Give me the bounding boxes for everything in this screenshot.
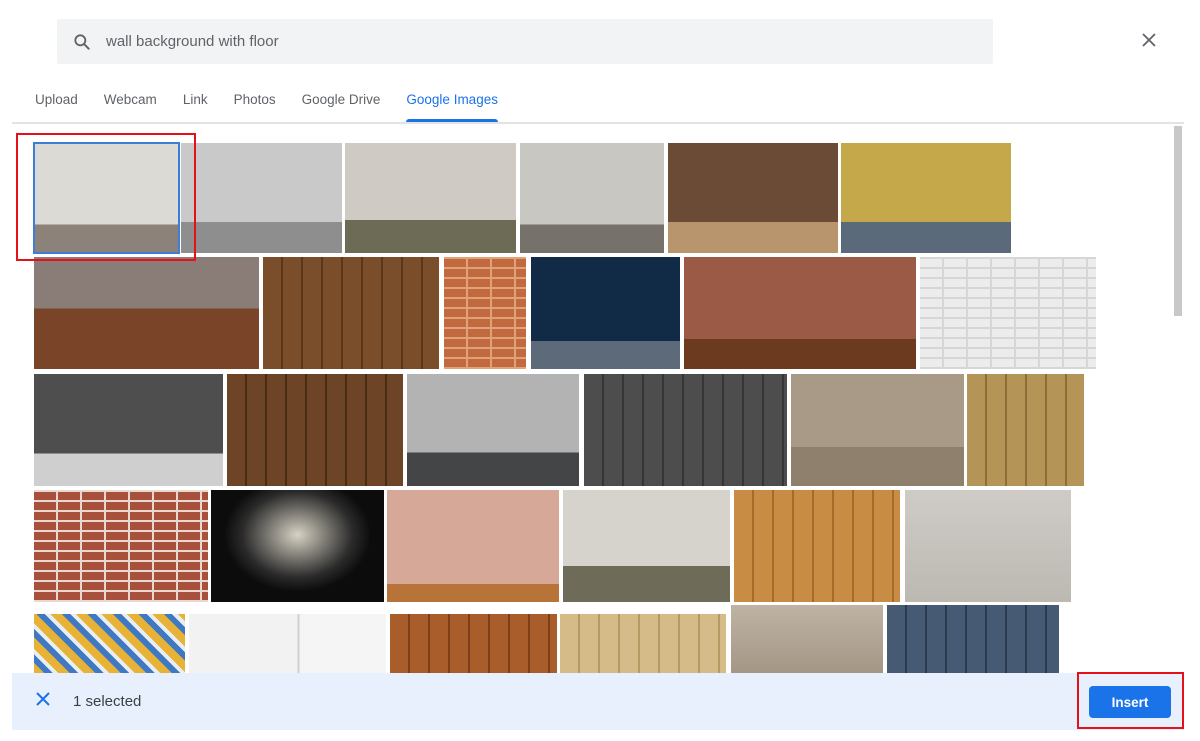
image-result-blue-wood-planks[interactable] [887,605,1059,674]
insert-button[interactable]: Insert [1089,686,1171,718]
image-result-gray-wood-wall-dark-floor[interactable] [407,374,579,486]
close-icon [36,692,50,711]
image-results-grid [0,124,1170,674]
image-result-white-brick-wall-plant-wood-floor[interactable] [33,142,180,254]
close-dialog-button[interactable] [1137,30,1161,54]
search-box[interactable] [57,19,993,64]
tab-photos[interactable]: Photos [221,84,289,122]
image-result-navy-wall-concrete-floor[interactable] [531,257,680,369]
tab-webcam[interactable]: Webcam [91,84,170,122]
tab-link[interactable]: Link [170,84,221,122]
image-result-gray-brick-wall-wood-floor[interactable] [520,143,664,253]
deselect-button[interactable] [31,690,55,714]
selection-bar: 1 selected Insert [12,673,1184,730]
image-result-weathered-wood-room[interactable] [791,374,964,486]
tab-upload[interactable]: Upload [22,84,91,122]
image-result-grunge-wall-mossy-floor[interactable] [563,490,730,602]
tab-google-drive[interactable]: Google Drive [289,84,394,122]
image-result-reddish-wood-planks[interactable] [390,614,557,674]
results-scrollbar[interactable] [1173,124,1183,674]
image-result-beige-weathered-wood[interactable] [731,605,883,674]
image-result-gray-wood-texture[interactable] [905,490,1071,602]
image-result-pink-wall-wood-floor[interactable] [387,490,559,602]
image-result-red-brick-pattern[interactable] [34,490,208,602]
image-result-dark-brick-wall-ivy-white-floor[interactable] [34,374,223,486]
tab-google-images[interactable]: Google Images [393,84,511,122]
image-result-brown-wood-plank-room[interactable] [263,257,439,369]
image-result-white-brick-wall[interactable] [920,257,1096,369]
image-result-blue-yellow-tile-pattern[interactable] [34,614,185,674]
selected-count: 1 selected [73,693,142,710]
image-result-yellow-peeling-wall-wood-floor[interactable] [841,143,1011,253]
image-result-grunge-white-wall-old-wood-floor[interactable] [345,143,516,253]
image-result-orange-brick-wall[interactable] [444,257,526,369]
image-result-pine-wood-planks[interactable] [734,490,900,602]
close-icon [1141,32,1157,53]
image-result-brown-brick-wall-lit-floor[interactable] [668,143,838,253]
search-icon [57,32,103,52]
image-result-brick-wall-brown-wood-floor[interactable] [34,257,259,369]
image-result-gray-studio-wall-gray-wood-floor[interactable] [181,143,342,253]
image-result-red-brick-wall-wood-floor[interactable] [684,257,916,369]
search-input[interactable] [106,33,966,50]
source-tabs: Upload Webcam Link Photos Google Drive G… [22,84,511,122]
image-result-white-room-corner[interactable] [189,614,386,674]
scrollbar-thumb[interactable] [1174,126,1182,316]
image-result-brown-wood-planks[interactable] [227,374,403,486]
image-result-wood-planks-blocks[interactable] [967,374,1084,486]
image-result-dark-spotlight-wood-floor[interactable] [211,490,384,602]
image-result-dark-gray-wood-planks[interactable] [584,374,787,486]
image-result-light-yellow-wood-planks[interactable] [560,614,726,674]
